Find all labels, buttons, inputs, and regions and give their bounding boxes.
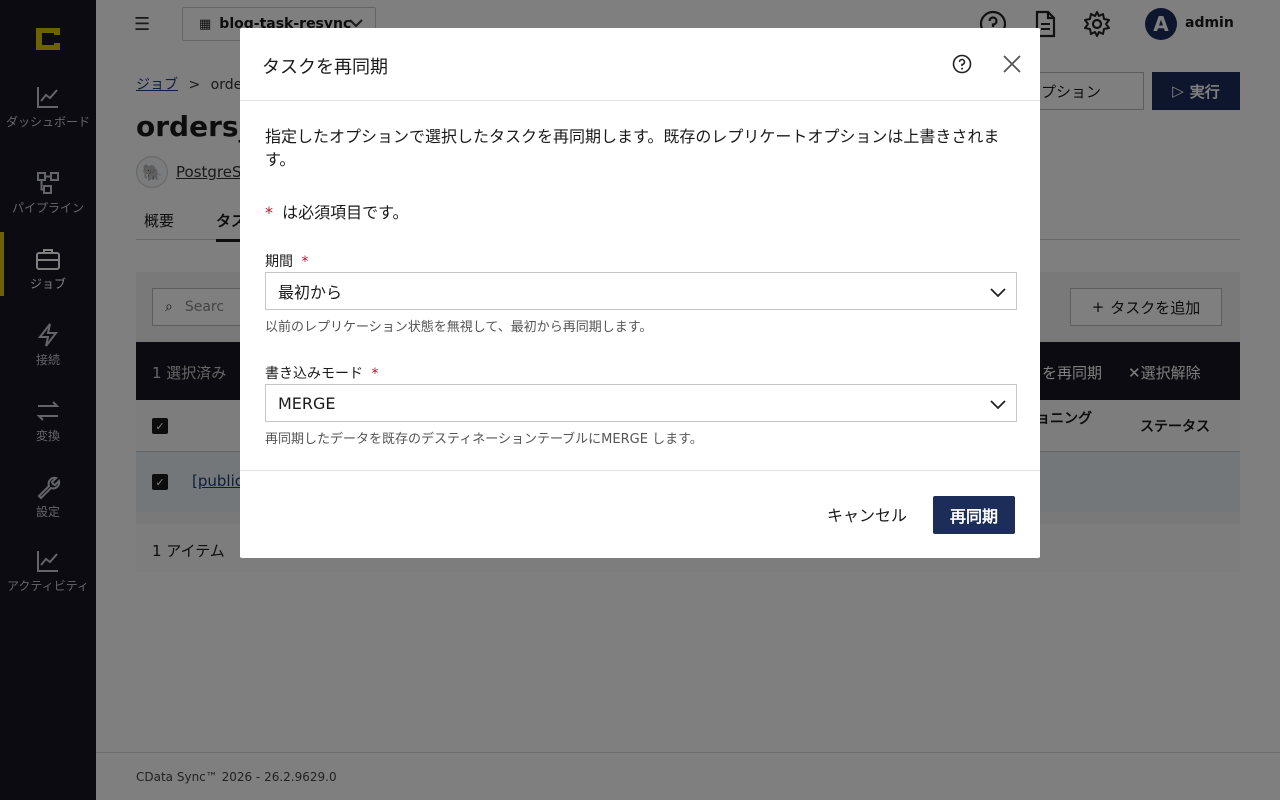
- resync-button[interactable]: 再同期: [933, 496, 1015, 534]
- chevron-down-icon: [990, 288, 1006, 298]
- write-mode-help: 再同期したデータを既存のデスティネーションテーブルにMERGE します。: [265, 432, 703, 447]
- required-mark: *: [265, 203, 273, 222]
- write-mode-label: 書き込みモード *: [265, 363, 378, 383]
- required-note: * は必須項目です。: [265, 199, 409, 223]
- close-icon[interactable]: [1000, 52, 1024, 76]
- dialog-header: タスクを再同期: [240, 28, 1040, 101]
- cancel-button[interactable]: キャンセル: [826, 495, 908, 533]
- write-mode-label-text: 書き込みモード: [265, 366, 363, 382]
- period-help: 以前のレプリケーション状態を無視して、最初から再同期します。: [265, 320, 653, 335]
- help-circle-icon[interactable]: [952, 54, 972, 74]
- period-select[interactable]: 最初から: [265, 272, 1017, 310]
- chevron-down-icon: [990, 400, 1006, 410]
- required-mark: *: [371, 366, 379, 382]
- dialog-footer: キャンセル 再同期: [240, 470, 1040, 558]
- resync-dialog: タスクを再同期 指定したオプションで選択したタスクを再同期します。既存のレプリケ…: [240, 28, 1040, 558]
- period-label-text: 期間: [265, 254, 293, 270]
- write-mode-value: MERGE: [278, 393, 336, 413]
- write-mode-select[interactable]: MERGE: [265, 384, 1017, 422]
- dialog-description: 指定したオプションで選択したタスクを再同期します。既存のレプリケートオプションは…: [265, 127, 1000, 169]
- period-value: 最初から: [278, 283, 343, 302]
- dialog-title: タスクを再同期: [262, 57, 388, 78]
- required-mark: *: [301, 254, 309, 270]
- required-note-text: は必須項目です。: [282, 203, 409, 222]
- period-label: 期間 *: [265, 251, 308, 271]
